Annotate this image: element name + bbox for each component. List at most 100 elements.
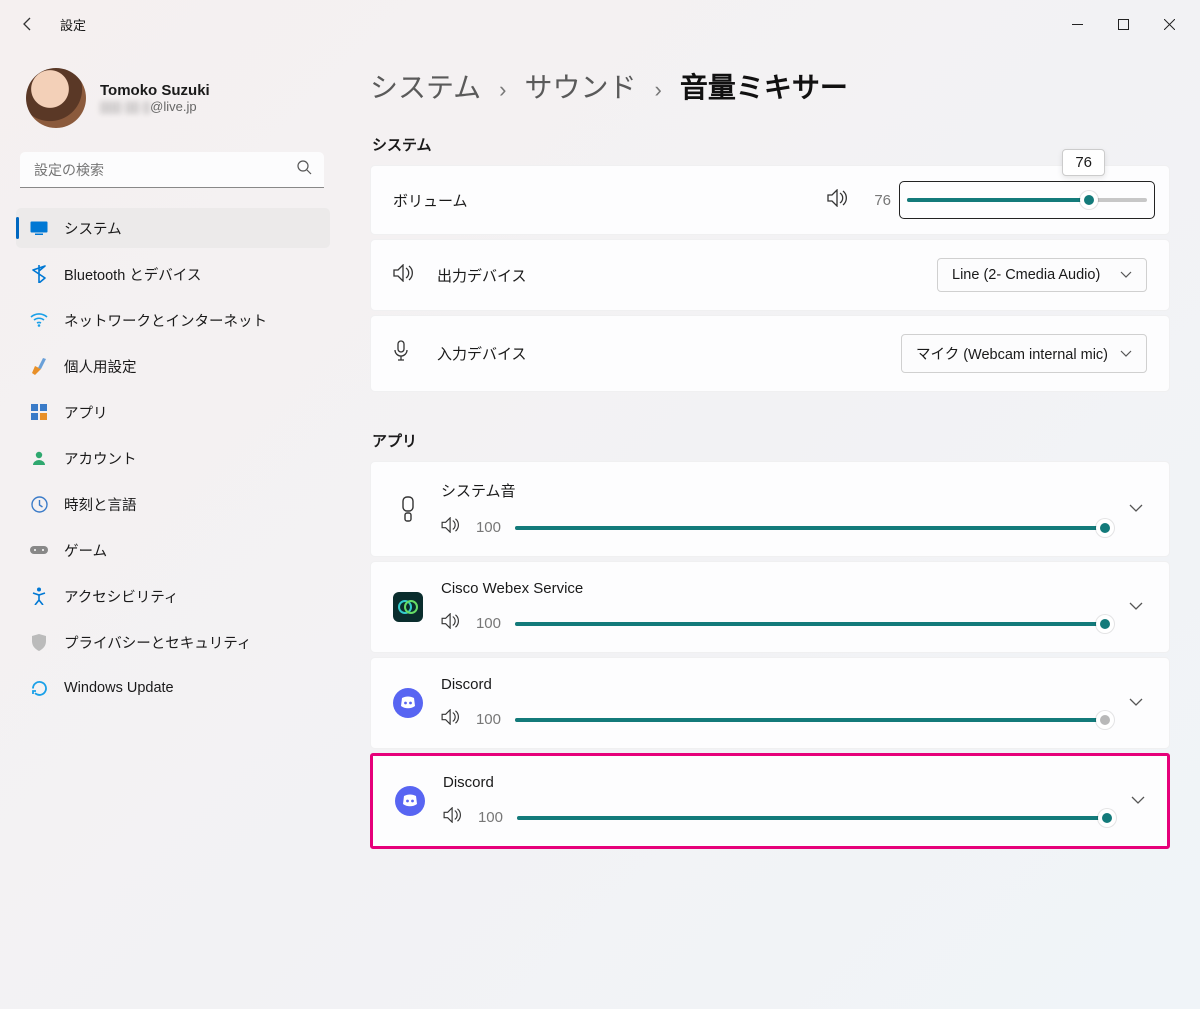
app-volume-card: Discord 100 xyxy=(370,657,1170,749)
input-device-dropdown[interactable]: マイク (Webcam internal mic) xyxy=(901,334,1147,373)
volume-tooltip: 76 xyxy=(1062,149,1105,176)
maximize-icon xyxy=(1118,19,1129,30)
sidebar-item-accessibility[interactable]: アクセシビリティ xyxy=(16,576,330,616)
output-device-card: 出力デバイス Line (2- Cmedia Audio) xyxy=(370,239,1170,311)
sidebar-item-gaming[interactable]: ゲーム xyxy=(16,530,330,570)
output-device-dropdown[interactable]: Line (2- Cmedia Audio) xyxy=(937,258,1147,292)
apps-icon xyxy=(30,403,48,421)
sidebar-item-label: アカウント xyxy=(64,448,137,469)
sidebar-item-label: システム xyxy=(64,218,122,239)
sidebar-item-time-language[interactable]: 時刻と言語 xyxy=(16,484,330,524)
shield-icon xyxy=(30,633,48,651)
close-icon xyxy=(1164,19,1175,30)
app-volume-card: Cisco Webex Service 100 xyxy=(370,561,1170,653)
input-device-card: 入力デバイス マイク (Webcam internal mic) xyxy=(370,315,1170,392)
sidebar-item-label: Bluetooth とデバイス xyxy=(64,264,201,285)
speaker-icon[interactable] xyxy=(827,189,849,212)
user-email: ▯▯▯ ▯▯ ▯@live.jp xyxy=(100,99,210,115)
sidebar-item-bluetooth[interactable]: Bluetooth とデバイス xyxy=(16,254,330,294)
app-volume-slider[interactable] xyxy=(517,809,1107,827)
sidebar-item-label: ネットワークとインターネット xyxy=(64,310,267,331)
app-name: Discord xyxy=(443,774,1107,791)
output-label: 出力デバイス xyxy=(437,265,527,286)
volume-card: ボリューム 76 76 xyxy=(370,165,1170,235)
maximize-button[interactable] xyxy=(1100,8,1146,40)
sidebar-item-privacy[interactable]: プライバシーとセキュリティ xyxy=(16,622,330,662)
expand-button[interactable] xyxy=(1123,494,1149,524)
app-volume-value: 100 xyxy=(475,615,501,632)
search-input[interactable] xyxy=(20,152,324,188)
sidebar-item-label: 個人用設定 xyxy=(64,356,137,377)
speaker-icon[interactable] xyxy=(441,709,461,730)
search-icon xyxy=(297,160,312,180)
app-volume-card: システム音 100 xyxy=(370,461,1170,557)
close-button[interactable] xyxy=(1146,8,1192,40)
display-icon xyxy=(30,219,48,237)
person-icon xyxy=(30,449,48,467)
volume-value: 76 xyxy=(865,192,891,209)
speaker-icon[interactable] xyxy=(443,807,463,828)
titlebar: 設定 xyxy=(0,0,1200,48)
wifi-icon xyxy=(30,311,48,329)
window-title: 設定 xyxy=(60,15,86,34)
sidebar-item-accounts[interactable]: アカウント xyxy=(16,438,330,478)
user-block[interactable]: Tomoko Suzuki ▯▯▯ ▯▯ ▯@live.jp xyxy=(16,60,330,148)
content: システム › サウンド › 音量ミキサー システム ボリューム 76 xyxy=(340,48,1200,1009)
section-system-label: システム xyxy=(372,134,1170,155)
app-name: システム音 xyxy=(441,480,1105,501)
sidebar: Tomoko Suzuki ▯▯▯ ▯▯ ▯@live.jp システム Blue… xyxy=(0,48,340,1009)
expand-button[interactable] xyxy=(1123,592,1149,622)
app-icon xyxy=(393,592,423,622)
sidebar-item-label: Windows Update xyxy=(64,680,174,696)
expand-button[interactable] xyxy=(1123,688,1149,718)
expand-button[interactable] xyxy=(1125,786,1151,816)
breadcrumb: システム › サウンド › 音量ミキサー xyxy=(370,66,1170,106)
app-name: Discord xyxy=(441,676,1105,693)
app-volume-card: Discord100 xyxy=(370,753,1170,849)
app-icon xyxy=(393,494,423,524)
sidebar-item-label: 時刻と言語 xyxy=(64,494,137,515)
volume-label: ボリューム xyxy=(393,190,468,211)
chevron-down-icon xyxy=(1129,602,1143,611)
minimize-icon xyxy=(1072,19,1083,30)
breadcrumb-system[interactable]: システム xyxy=(370,66,481,106)
app-volume-slider[interactable] xyxy=(515,519,1105,537)
chevron-down-icon xyxy=(1120,271,1132,279)
app-volume-slider[interactable] xyxy=(515,615,1105,633)
brush-icon xyxy=(30,357,48,375)
sidebar-item-label: アクセシビリティ xyxy=(64,586,178,607)
app-volume-slider[interactable] xyxy=(515,711,1105,729)
chevron-down-icon xyxy=(1129,504,1143,513)
speaker-icon xyxy=(393,264,413,287)
user-name: Tomoko Suzuki xyxy=(100,82,210,99)
minimize-button[interactable] xyxy=(1054,8,1100,40)
sidebar-item-network[interactable]: ネットワークとインターネット xyxy=(16,300,330,340)
volume-slider[interactable]: 76 xyxy=(907,191,1147,209)
speaker-icon[interactable] xyxy=(441,517,461,538)
input-selected: マイク (Webcam internal mic) xyxy=(916,343,1108,364)
clock-globe-icon xyxy=(30,495,48,513)
update-icon xyxy=(30,679,48,697)
sidebar-item-system[interactable]: システム xyxy=(16,208,330,248)
output-selected: Line (2- Cmedia Audio) xyxy=(952,267,1100,283)
sidebar-item-windows-update[interactable]: Windows Update xyxy=(16,668,330,708)
arrow-left-icon xyxy=(20,16,36,32)
page-title: 音量ミキサー xyxy=(680,66,848,106)
app-name: Cisco Webex Service xyxy=(441,580,1105,597)
chevron-right-icon: › xyxy=(655,77,662,103)
sidebar-item-label: プライバシーとセキュリティ xyxy=(64,632,251,653)
app-volume-value: 100 xyxy=(475,519,501,536)
chevron-right-icon: › xyxy=(499,77,506,103)
back-button[interactable] xyxy=(8,4,48,44)
app-icon xyxy=(395,786,425,816)
chevron-down-icon xyxy=(1120,350,1132,358)
app-volume-value: 100 xyxy=(475,711,501,728)
sidebar-item-apps[interactable]: アプリ xyxy=(16,392,330,432)
bluetooth-icon xyxy=(30,265,48,283)
breadcrumb-sound[interactable]: サウンド xyxy=(525,66,637,106)
chevron-down-icon xyxy=(1131,796,1145,805)
speaker-icon[interactable] xyxy=(441,613,461,634)
sidebar-item-label: ゲーム xyxy=(64,540,107,561)
sidebar-item-personalization[interactable]: 個人用設定 xyxy=(16,346,330,386)
sidebar-item-label: アプリ xyxy=(64,402,108,423)
